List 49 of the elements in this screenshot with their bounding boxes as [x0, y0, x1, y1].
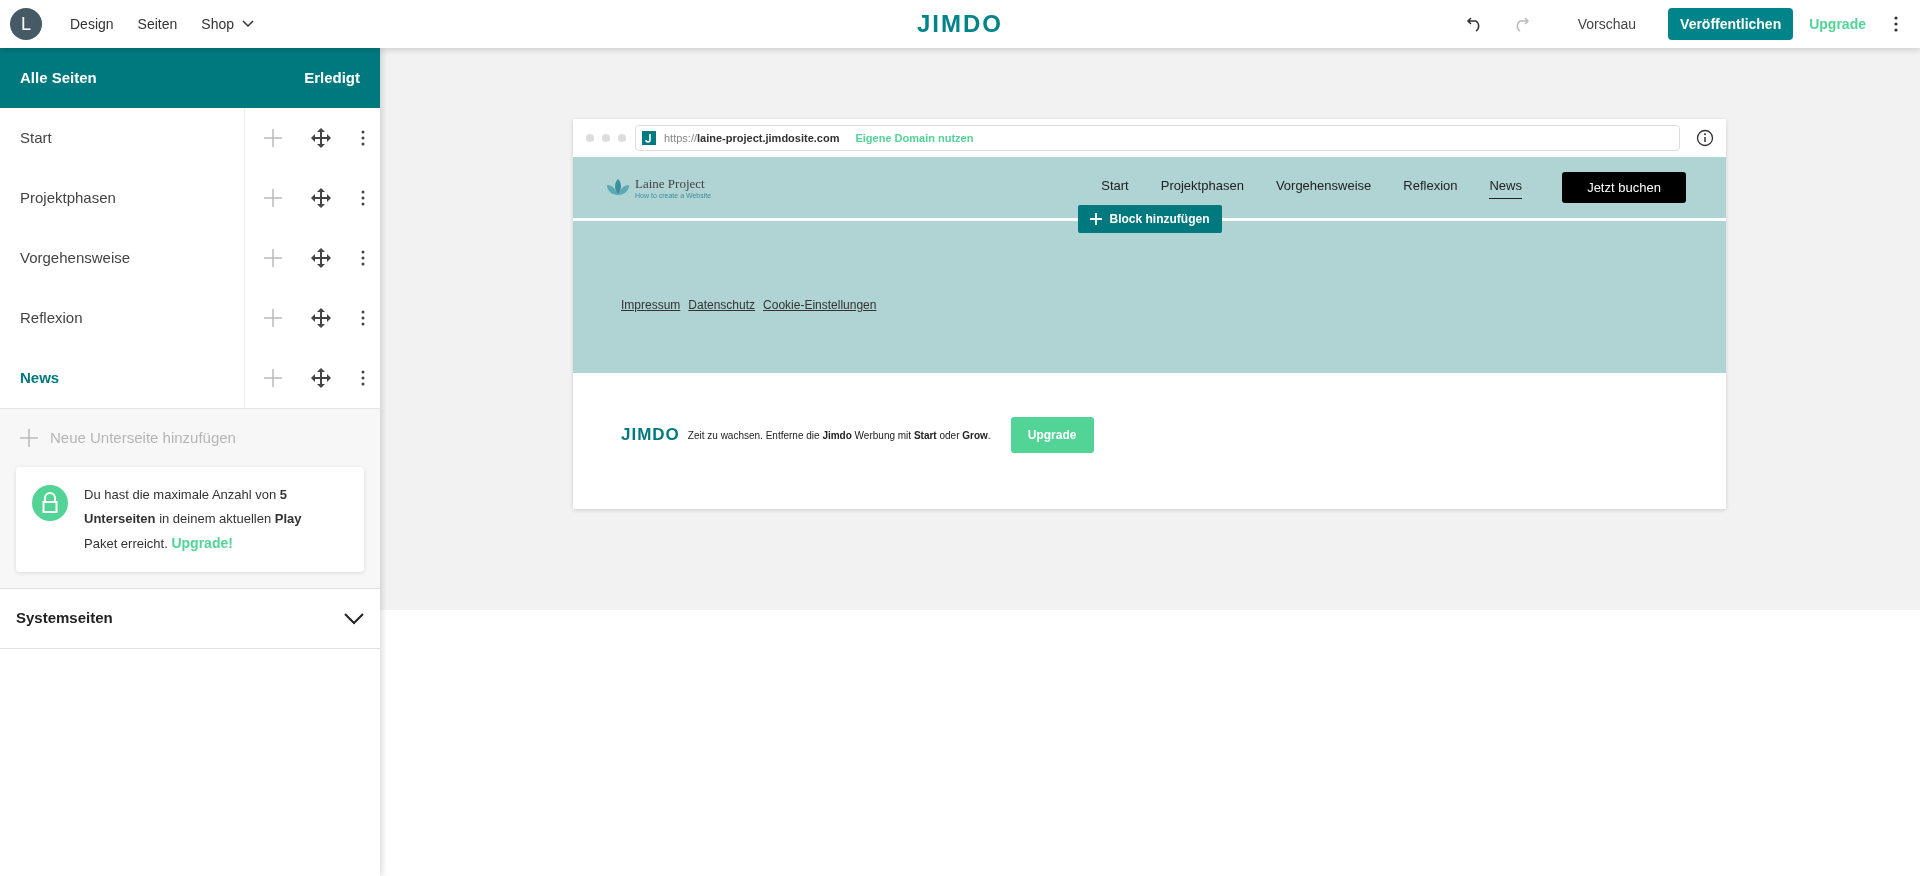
more-icon[interactable]: [361, 190, 366, 206]
page-item[interactable]: Vorgehensweise: [0, 228, 244, 288]
footer-link[interactable]: Cookie-Einstellungen: [763, 296, 877, 314]
done-button[interactable]: Erledigt: [304, 66, 360, 90]
more-icon[interactable]: [361, 370, 366, 386]
logo: JIMDO: [917, 9, 1003, 39]
url-text: https://laine-project.jimdosite.com: [664, 130, 840, 146]
more-icon[interactable]: [1894, 16, 1898, 32]
move-icon[interactable]: [311, 368, 332, 388]
more-icon[interactable]: [361, 250, 366, 266]
plus-icon: [20, 429, 38, 447]
lock-icon: [32, 485, 68, 521]
page-item[interactable]: Reflexion: [0, 288, 244, 348]
move-icon[interactable]: [311, 248, 332, 268]
site-name: Laine Project: [635, 176, 706, 190]
menu-item[interactable]: Design: [70, 13, 114, 35]
move-icon[interactable]: [311, 308, 332, 328]
info-icon: [1696, 129, 1714, 147]
nav-link[interactable]: Projektphasen: [1160, 176, 1244, 199]
jimdo-logo: JIMDO: [621, 424, 680, 447]
nav-link[interactable]: News: [1489, 176, 1522, 199]
avatar[interactable]: L: [10, 8, 42, 40]
nav-link[interactable]: Reflexion: [1403, 176, 1458, 199]
chevron-down-icon: [344, 612, 364, 625]
add-block-button[interactable]: Block hinzufügen: [1077, 205, 1222, 233]
publish-button[interactable]: Veröffentlichen: [1668, 8, 1794, 40]
nav-link[interactable]: Vorgehensweise: [1275, 176, 1372, 199]
page-item[interactable]: Start: [0, 108, 244, 168]
nav-link[interactable]: Start: [1101, 176, 1129, 199]
site-icon: [642, 131, 656, 145]
chevron-down-icon: [242, 20, 254, 28]
menu-item[interactable]: Seiten: [137, 13, 178, 35]
more-icon[interactable]: [361, 310, 366, 326]
ad-text: Zeit zu wachsen. Entferne die Jimdo Werbung mit Start oder Grow.: [687, 428, 991, 443]
menu-item[interactable]: Shop: [201, 13, 254, 35]
footer-link[interactable]: Datenschutz: [688, 296, 756, 314]
sidebar-title: Alle Seiten: [20, 67, 97, 88]
more-icon[interactable]: [361, 130, 366, 146]
move-icon[interactable]: [311, 188, 332, 208]
book-button[interactable]: Jetzt buchen: [1562, 172, 1686, 203]
move-icon[interactable]: [311, 128, 332, 148]
system-pages-toggle[interactable]: Systemseiten: [0, 589, 380, 649]
footer-link[interactable]: Impressum: [621, 296, 681, 314]
preview-button[interactable]: Vorschau: [1577, 13, 1637, 35]
notice-text: Du hast die maximale Anzahl von 5 Unterseiten in deinem aktuellen Play Paket erreicht. Upgrade!: [84, 486, 303, 553]
plus-icon: [1089, 213, 1102, 225]
window-dots-icon: [585, 133, 627, 143]
page-item[interactable]: News: [0, 348, 244, 408]
page-item[interactable]: Projektphasen: [0, 168, 244, 228]
